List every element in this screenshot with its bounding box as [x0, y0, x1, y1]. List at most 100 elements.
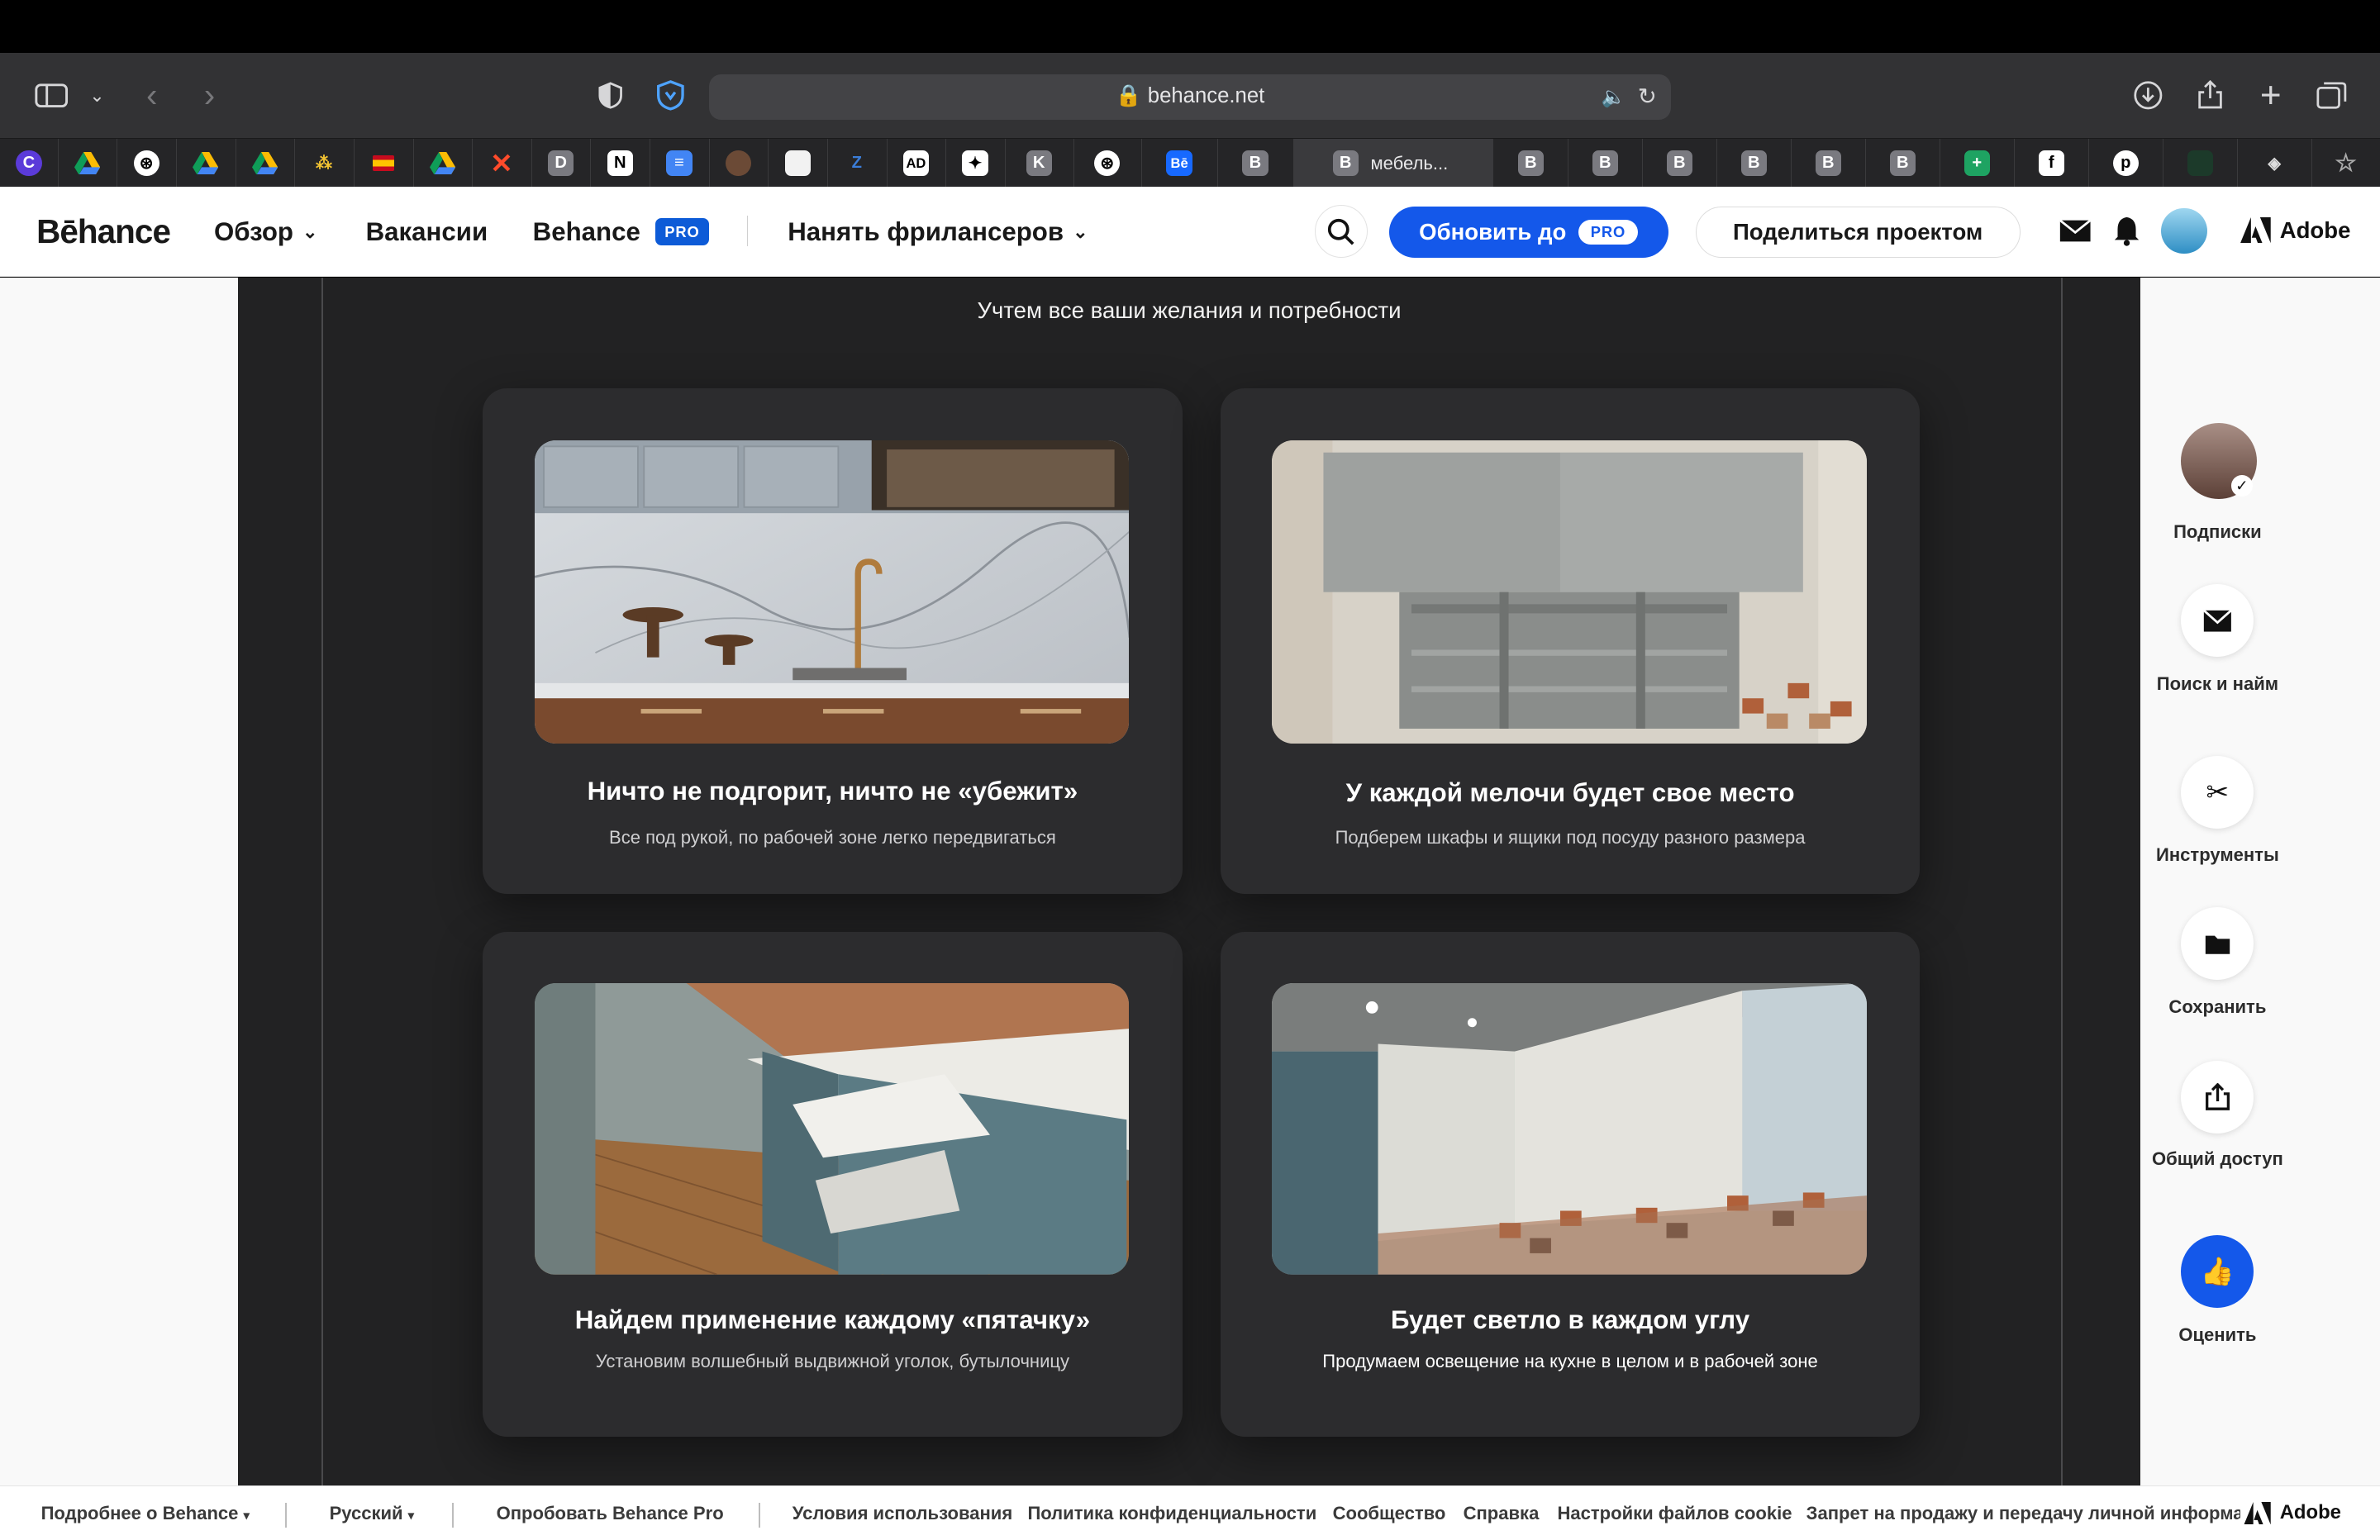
tab-b-6[interactable]: B — [1791, 139, 1867, 188]
tab-facebook[interactable]: f — [2014, 139, 2090, 188]
rail-save-button[interactable] — [2181, 907, 2254, 981]
tab-b-5[interactable]: B — [1716, 139, 1792, 188]
password-extension-icon[interactable] — [650, 78, 692, 114]
pinterest-icon: p — [2112, 150, 2139, 177]
tab-b-1[interactable]: B — [1217, 139, 1294, 188]
tab-xmind[interactable]: ✕ — [472, 139, 532, 188]
tab-chart[interactable] — [2163, 139, 2239, 188]
privacy-shield-icon[interactable] — [589, 78, 631, 114]
tab-sparkle[interactable]: ✦ — [945, 139, 1006, 188]
rail-appreciate-label: Оценить — [2178, 1324, 2257, 1345]
tab-behance[interactable]: Bē — [1141, 139, 1219, 188]
tab-b-4[interactable]: B — [1642, 139, 1718, 188]
footer-about-link[interactable]: Подробнее о Behance ▾ — [41, 1503, 250, 1524]
share-project-button[interactable]: Поделиться проектом — [1695, 206, 2021, 259]
downloads-icon[interactable] — [2126, 78, 2168, 114]
sheets-plus-icon: + — [1963, 150, 1990, 177]
tab-figma-dots[interactable]: ⁂ — [294, 139, 355, 188]
nav-behance-pro[interactable]: Behance PRO — [533, 217, 709, 247]
tab-pinterest[interactable]: p — [2088, 139, 2164, 188]
tab-notion[interactable]: N — [590, 139, 651, 188]
footer-adobe-label: Adobe — [2279, 1501, 2341, 1524]
rail-hire-button[interactable] — [2181, 584, 2254, 658]
card-description: Все под рукой, по рабочей зоне легко пер… — [609, 826, 1056, 848]
browser-chrome: ⌄ ‹ › 🔒 behance.net 🔈 ↻ + C ⊛ ⁂ ✕ D N ≡ … — [0, 53, 2380, 188]
tab-k[interactable]: K — [1005, 139, 1074, 188]
footer-privacy-link[interactable]: Политика конфиденциальности — [1027, 1503, 1316, 1524]
nav-jobs[interactable]: Вакансии — [366, 217, 488, 247]
tab-drive[interactable] — [58, 139, 118, 188]
tab-canva[interactable]: C — [0, 139, 59, 188]
adobe-link[interactable]: Adobe — [2240, 217, 2350, 244]
gem-icon: ◈ — [2268, 154, 2282, 173]
tab-sheets[interactable]: + — [1940, 139, 2016, 188]
tab-portrait[interactable] — [709, 139, 769, 188]
rail-appreciate-button[interactable]: 👍 — [2181, 1235, 2254, 1309]
letter-z-icon: Z — [851, 154, 862, 172]
tab-flag[interactable] — [354, 139, 414, 188]
tab-bookmark[interactable]: ☆ — [2311, 139, 2380, 188]
upgrade-pro-button[interactable]: Обновить до PRO — [1388, 206, 1668, 259]
audio-playing-icon[interactable]: 🔈 — [1602, 85, 1626, 109]
letter-d-icon: D — [548, 150, 574, 177]
reload-icon[interactable]: ↻ — [1638, 83, 1657, 110]
tab-gem[interactable]: ◈ — [2237, 139, 2313, 188]
tab-active-furniture[interactable]: Bмебель... — [1292, 139, 1494, 188]
rail-tools-button[interactable]: ✂ — [2181, 755, 2254, 829]
card-description: Продумаем освещение на кухне в целом и в… — [1322, 1350, 1818, 1371]
url-value: behance.net — [1147, 84, 1265, 107]
tab-docs[interactable]: ≡ — [650, 139, 710, 188]
tab-overview-icon[interactable] — [2310, 78, 2352, 114]
pro-badge: PRO — [655, 218, 709, 246]
tab-z[interactable]: Z — [827, 139, 888, 188]
share-icon[interactable] — [2189, 78, 2231, 114]
footer-language-link[interactable]: Русский ▾ — [330, 1503, 415, 1524]
forward-icon[interactable]: › — [188, 76, 231, 114]
tab-ad[interactable]: AD — [887, 139, 947, 188]
behance-header: Bēhance Обзор ⌄ Вакансии Behance PRO Нанят… — [0, 186, 2380, 278]
rail-share-button[interactable] — [2181, 1060, 2254, 1134]
footer-community-link[interactable]: Сообщество — [1333, 1503, 1446, 1524]
footer-terms-link[interactable]: Условия использования — [793, 1503, 1012, 1524]
address-bar[interactable]: 🔒 behance.net 🔈 ↻ — [708, 74, 1672, 121]
tab-b-3[interactable]: B — [1568, 139, 1644, 188]
behance-logo[interactable]: Bēhance — [36, 212, 171, 251]
tab-openai[interactable]: ⊛ — [117, 139, 178, 188]
tab-drive-4[interactable] — [413, 139, 474, 188]
tab-drive-2[interactable] — [176, 139, 236, 188]
caret-down-icon: ▾ — [407, 1509, 415, 1523]
nav-hire-freelancers[interactable]: Нанять фрилансеров ⌄ — [788, 217, 1088, 247]
letter-b-icon: B — [1517, 150, 1544, 177]
adobe-icon — [2243, 1501, 2271, 1525]
sidebar-toggle-icon[interactable] — [31, 78, 73, 114]
guide-line-left — [321, 278, 324, 1486]
messages-icon[interactable] — [2059, 217, 2092, 251]
footer-adobe-link[interactable]: Adobe — [2240, 1501, 2341, 1525]
tab-d[interactable]: D — [531, 139, 592, 188]
search-button[interactable] — [1314, 204, 1368, 259]
tab-openai-2[interactable]: ⊛ — [1073, 139, 1143, 188]
tab-drive-3[interactable] — [236, 139, 296, 188]
sparkle-icon: ✦ — [962, 150, 988, 177]
footer-cookies-link[interactable]: Настройки файлов cookie — [1557, 1503, 1792, 1524]
tab-b-2[interactable]: B — [1493, 139, 1569, 188]
caret-down-icon: ▾ — [243, 1509, 250, 1523]
tab-white[interactable] — [768, 139, 828, 188]
feature-card: Ничто не подгорит, ничто не «убежит» Все… — [483, 388, 1183, 894]
adobe-label: Adobe — [2279, 216, 2351, 243]
project-canvas: Учтем все ваши желания и потребности Нич… — [238, 278, 2140, 1486]
user-avatar[interactable] — [2161, 207, 2207, 254]
notifications-bell-icon[interactable] — [2113, 216, 2140, 253]
rail-share-label: Общий доступ — [2151, 1148, 2283, 1169]
new-tab-icon[interactable]: + — [2249, 75, 2292, 116]
nav-explore[interactable]: Обзор ⌄ — [214, 217, 318, 247]
footer-do-not-sell-link[interactable]: Запрет на продажу и передачу личной инфо… — [1806, 1503, 2262, 1524]
drive-icon — [251, 150, 278, 176]
tab-b-7[interactable]: B — [1865, 139, 1941, 188]
back-icon[interactable]: ‹ — [131, 76, 173, 114]
chevron-down-icon[interactable]: ⌄ — [76, 78, 118, 114]
footer-try-pro-link[interactable]: Опробовать Behance Pro — [497, 1503, 724, 1524]
rail-follow-label[interactable]: Подписки — [2151, 520, 2285, 544]
footer-help-link[interactable]: Справка — [1464, 1503, 1540, 1524]
project-subtitle: Учтем все ваши желания и потребности — [977, 297, 1402, 323]
